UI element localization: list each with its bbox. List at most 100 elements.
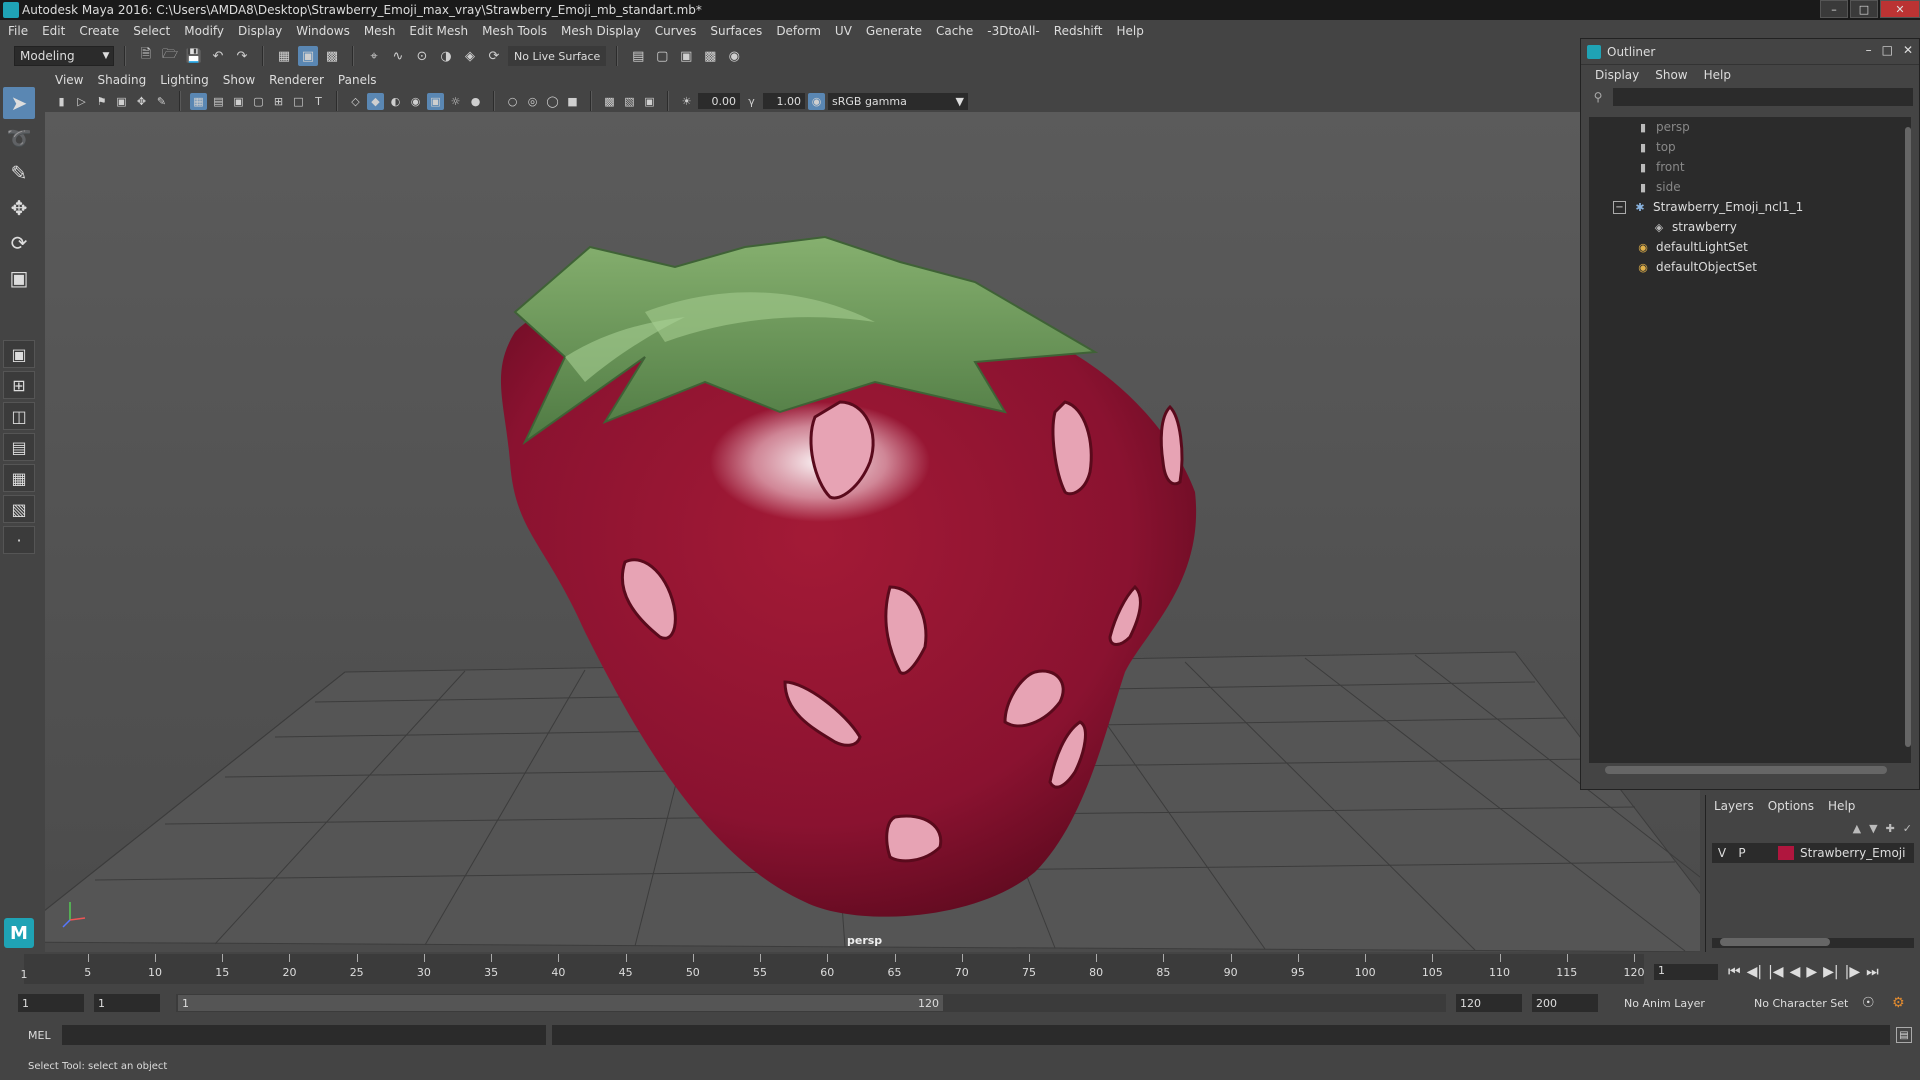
- view-transform-dropdown[interactable]: sRGB gamma ▼: [828, 92, 968, 110]
- playback-start-field[interactable]: 1: [94, 994, 160, 1012]
- snap-point-icon[interactable]: ⊙: [412, 46, 432, 66]
- four-view-layout-icon[interactable]: ⊞: [3, 371, 35, 399]
- layer-visibility-toggle[interactable]: V: [1712, 846, 1732, 860]
- twod-pan-zoom-icon[interactable]: ✥: [133, 93, 150, 110]
- menu-curves[interactable]: Curves: [655, 24, 697, 38]
- menu-edit-mesh[interactable]: Edit Mesh: [409, 24, 468, 38]
- animation-end-field[interactable]: 200: [1532, 994, 1598, 1012]
- outliner-item[interactable]: ◉ defaultObjectSet: [1589, 257, 1911, 277]
- outliner-horizontal-scrollbar[interactable]: [1589, 763, 1911, 777]
- hypershade-layout-icon[interactable]: ▦: [3, 464, 35, 492]
- menu-surfaces[interactable]: Surfaces: [710, 24, 762, 38]
- color-management-icon[interactable]: ◉: [808, 92, 825, 110]
- time-slider-ruler[interactable]: 1 5 10 15 20 25 30 35 40 45 50 55 60 65 70 75 80 85 90 95 1…: [21, 954, 1645, 984]
- range-slider-track[interactable]: 1 120: [176, 994, 1446, 1012]
- outliner-item[interactable]: ◈ strawberry: [1589, 217, 1911, 237]
- outliner-vertical-scrollbar[interactable]: [1903, 119, 1913, 759]
- snap-curve-icon[interactable]: ∿: [388, 46, 408, 66]
- undo-icon[interactable]: ↶: [208, 46, 228, 66]
- xray-joints-icon[interactable]: ▧: [621, 93, 638, 110]
- menu-display[interactable]: Display: [238, 24, 282, 38]
- outliner-item[interactable]: ▮ front: [1589, 157, 1911, 177]
- layers-menu-options[interactable]: Options: [1768, 799, 1814, 813]
- viewport-menu-shading[interactable]: Shading: [97, 73, 146, 87]
- ambient-occlusion-icon[interactable]: ●: [467, 93, 484, 110]
- menu-create[interactable]: Create: [79, 24, 119, 38]
- step-forward-frame-icon[interactable]: |▶: [1845, 964, 1860, 980]
- animation-start-field[interactable]: 1: [18, 994, 84, 1012]
- outliner-menu-display[interactable]: Display: [1595, 68, 1639, 82]
- bookmark-icon[interactable]: ⚑: [93, 93, 110, 110]
- image-plane-icon[interactable]: ▣: [113, 93, 130, 110]
- menu-select[interactable]: Select: [133, 24, 170, 38]
- snap-live-icon[interactable]: ◈: [460, 46, 480, 66]
- layers-horizontal-scrollbar[interactable]: [1712, 938, 1914, 948]
- step-back-frame-icon[interactable]: ◀|: [1747, 964, 1762, 980]
- menu-mesh-tools[interactable]: Mesh Tools: [482, 24, 547, 38]
- current-frame-field[interactable]: 1: [1654, 964, 1718, 980]
- menu-uv[interactable]: UV: [835, 24, 852, 38]
- menu-modify[interactable]: Modify: [184, 24, 224, 38]
- persp-graph-layout-icon[interactable]: ▤: [3, 433, 35, 461]
- layers-menu-layers[interactable]: Layers: [1714, 799, 1754, 813]
- snap-grid-icon[interactable]: ⌖: [364, 46, 384, 66]
- viewport-menu-show[interactable]: Show: [223, 73, 255, 87]
- outliner-minimize-button[interactable]: –: [1866, 43, 1872, 57]
- layer-playback-toggle[interactable]: P: [1732, 846, 1752, 860]
- command-input[interactable]: [62, 1025, 546, 1045]
- grid-icon[interactable]: ▦: [190, 92, 207, 110]
- wireframe-icon[interactable]: ◇: [347, 93, 364, 110]
- single-perspective-layout-icon[interactable]: ▣: [3, 340, 35, 368]
- step-forward-key-icon[interactable]: ▶|: [1823, 964, 1838, 980]
- render-current-icon[interactable]: ▣: [676, 46, 696, 66]
- step-back-key-icon[interactable]: |◀: [1768, 964, 1783, 980]
- outliner-maximize-button[interactable]: □: [1882, 43, 1893, 57]
- select-hierarchy-icon[interactable]: ▦: [274, 46, 294, 66]
- viewport-menu-view[interactable]: View: [55, 73, 83, 87]
- isolate-select-icon[interactable]: ■: [564, 93, 581, 110]
- history-icon[interactable]: ⟳: [484, 46, 504, 66]
- save-scene-icon[interactable]: 💾: [184, 46, 204, 66]
- smooth-shade-icon[interactable]: ◆: [367, 92, 384, 110]
- textured-icon[interactable]: ◉: [407, 93, 424, 110]
- motion-blur-icon[interactable]: ○: [504, 93, 521, 110]
- menu-cache[interactable]: Cache: [936, 24, 973, 38]
- outliner-search-input[interactable]: [1613, 88, 1913, 106]
- outliner-item[interactable]: ◉ defaultLightSet: [1589, 237, 1911, 257]
- gate-mask-icon[interactable]: ▢: [250, 93, 267, 110]
- anim-layer-dropdown[interactable]: No Anim Layer: [1624, 994, 1734, 1012]
- script-editor-icon[interactable]: ▤: [1896, 1027, 1912, 1043]
- film-gate-icon[interactable]: ▤: [210, 93, 227, 110]
- new-layer-from-selection-icon[interactable]: ✓: [1903, 822, 1912, 835]
- outliner-menu-help[interactable]: Help: [1704, 68, 1731, 82]
- outliner-item[interactable]: ▮ top: [1589, 137, 1911, 157]
- resolution-gate-icon[interactable]: ▣: [230, 93, 247, 110]
- menu-3dtoall[interactable]: -3DtoAll-: [987, 24, 1039, 38]
- safe-title-icon[interactable]: T: [310, 93, 327, 110]
- viewport-menu-panels[interactable]: Panels: [338, 73, 377, 87]
- new-scene-icon[interactable]: 🗎: [136, 46, 156, 66]
- render-settings-icon[interactable]: ▤: [628, 46, 648, 66]
- gamma-field[interactable]: 1.00: [763, 93, 805, 109]
- anti-aliasing-icon[interactable]: ◎: [524, 93, 541, 110]
- menu-edit[interactable]: Edit: [42, 24, 65, 38]
- new-layer-icon[interactable]: ✚: [1886, 822, 1895, 835]
- character-set-dropdown[interactable]: No Character Set: [1754, 994, 1874, 1012]
- xray-components-icon[interactable]: ▣: [641, 93, 658, 110]
- minimize-button[interactable]: –: [1820, 0, 1848, 18]
- outliner-item[interactable]: − ✱ Strawberry_Emoji_ncl1_1: [1589, 197, 1911, 217]
- playback-end-field[interactable]: 120: [1456, 994, 1522, 1012]
- select-object-icon[interactable]: ▣: [298, 46, 318, 66]
- depth-of-field-icon[interactable]: ◯: [544, 93, 561, 110]
- menu-deform[interactable]: Deform: [776, 24, 821, 38]
- shadows-icon[interactable]: ☼: [447, 93, 464, 110]
- ipr-render-icon[interactable]: ▩: [700, 46, 720, 66]
- rotate-tool-icon[interactable]: ⟳: [3, 227, 35, 259]
- redo-icon[interactable]: ↷: [232, 46, 252, 66]
- animation-preferences-icon[interactable]: ⚙: [1892, 994, 1905, 1012]
- mel-label[interactable]: MEL: [28, 1029, 51, 1042]
- xray-icon[interactable]: ▩: [601, 93, 618, 110]
- uv-editor-layout-icon[interactable]: ▧: [3, 495, 35, 523]
- camera-attributes-icon[interactable]: ▷: [73, 93, 90, 110]
- open-scene-icon[interactable]: 🗁: [160, 46, 180, 66]
